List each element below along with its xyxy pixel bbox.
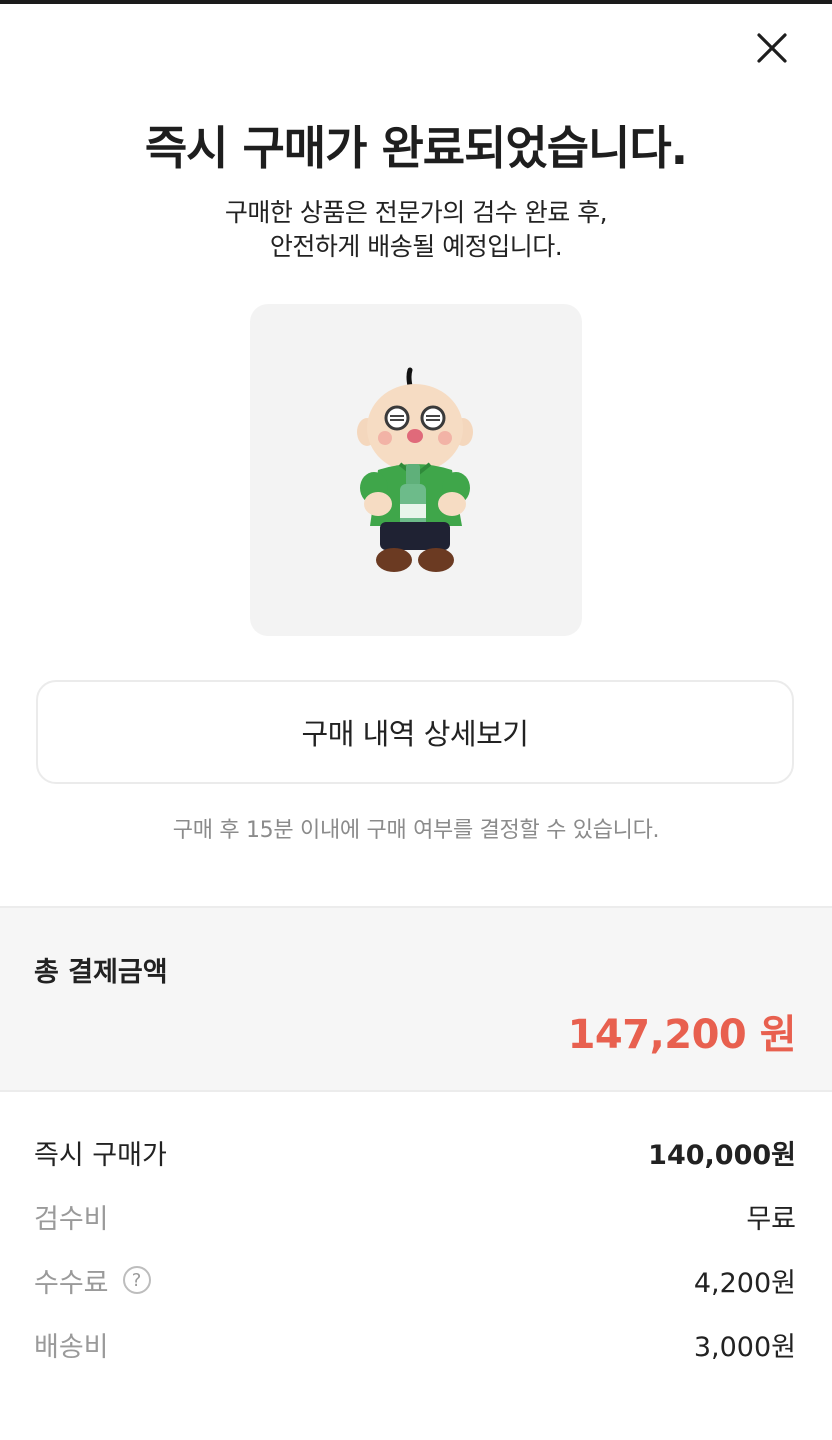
commission-value: 4,200원 — [693, 1267, 796, 1299]
breakdown-row-instant-price: 즉시 구매가 140,000원 — [34, 1132, 796, 1172]
subtitle-line-1: 구매한 상품은 전문가의 검수 완료 후, — [224, 198, 608, 227]
total-payment-amount: 147,200 원 — [567, 1012, 797, 1058]
inspection-fee-value: 무료 — [746, 1203, 796, 1235]
subtitle-line-2: 안전하게 배송될 예정입니다. — [269, 232, 563, 261]
breakdown-row-shipping-fee: 배송비 3,000원 — [34, 1324, 796, 1364]
breakdown-row-commission: 수수료 ? 4,200원 — [34, 1260, 796, 1300]
shipping-fee-label: 배송비 — [34, 1331, 109, 1363]
total-payment-section: 총 결제금액 147,200 원 — [0, 906, 832, 1092]
commission-label-group: 수수료 ? — [34, 1261, 151, 1300]
decision-notice: 구매 후 15분 이내에 구매 여부를 결정할 수 있습니다. — [172, 818, 660, 843]
purchase-detail-label: 구매 내역 상세보기 — [301, 717, 529, 751]
total-payment-label: 총 결제금액 — [34, 957, 168, 988]
close-icon — [757, 33, 787, 63]
status-bar-strip — [0, 0, 832, 4]
help-icon[interactable]: ? — [122, 1266, 151, 1294]
purchase-detail-button[interactable]: 구매 내역 상세보기 — [36, 680, 794, 784]
page-subtitle: 구매한 상품은 전문가의 검수 완료 후, 안전하게 배송될 예정입니다. — [0, 196, 832, 264]
instant-price-label: 즉시 구매가 — [34, 1139, 167, 1171]
inspection-fee-label: 검수비 — [34, 1203, 109, 1235]
shipping-fee-value: 3,000원 — [693, 1331, 796, 1363]
commission-label: 수수료 — [34, 1267, 109, 1299]
instant-price-value: 140,000원 — [648, 1139, 796, 1171]
close-button[interactable] — [748, 24, 796, 72]
product-image — [357, 367, 473, 572]
page-title: 즉시 구매가 완료되었습니다. — [144, 121, 688, 175]
product-image-card — [250, 304, 582, 636]
breakdown-row-inspection-fee: 검수비 무료 — [34, 1196, 796, 1236]
